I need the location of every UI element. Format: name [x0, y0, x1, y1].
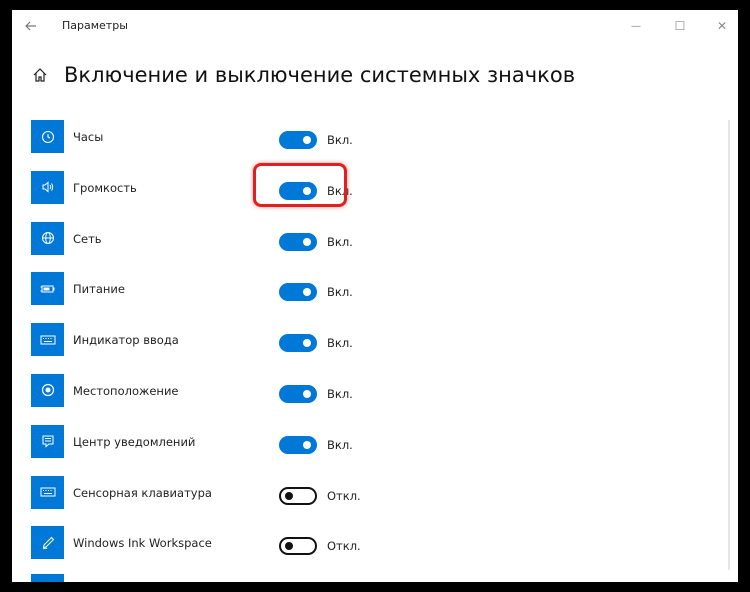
power-tile — [31, 272, 64, 306]
toggle-knob — [303, 237, 311, 246]
touch-keyboard-icon — [40, 487, 55, 497]
title-bar: Параметры — ☐ ✕ — [12, 10, 738, 42]
clock-tile — [31, 120, 64, 153]
power-toggle[interactable] — [279, 283, 317, 302]
toggle-state: Вкл. — [327, 133, 353, 147]
list-item: Сенсорная клавиатура Откл. — [31, 471, 651, 522]
item-label: Сенсорная клавиатура — [73, 485, 212, 500]
notification-center-toggle[interactable] — [279, 435, 317, 454]
toggle-state: Вкл. — [327, 437, 353, 452]
toggle-knob — [285, 542, 293, 551]
list-item: Часы Вкл. — [31, 115, 651, 166]
location-tile — [31, 373, 64, 407]
clock-toggle[interactable] — [279, 131, 317, 149]
page-title: Включение и выключение системных значков — [64, 63, 576, 87]
windows-ink-toggle[interactable] — [279, 537, 317, 556]
home-icon — [33, 68, 47, 82]
toggle-knob — [285, 491, 293, 500]
battery-icon — [40, 285, 54, 293]
notification-center-tile — [31, 424, 64, 458]
item-label: Центр уведомлений — [73, 434, 196, 449]
next-item-tile — [31, 574, 64, 582]
settings-window: Параметры — ☐ ✕ Включение и выключение с… — [12, 10, 738, 582]
item-label: Windows Ink Workspace — [73, 536, 212, 551]
item-label: Питание — [73, 282, 125, 297]
toggle-knob — [303, 440, 311, 449]
input-indicator-tile — [31, 323, 64, 357]
list-item: Windows Ink Workspace Откл. — [31, 521, 651, 572]
app-title: Параметры — [62, 19, 128, 32]
scrollbar[interactable] — [728, 120, 730, 570]
touch-keyboard-toggle[interactable] — [279, 486, 317, 505]
minimize-button[interactable]: — — [622, 14, 650, 38]
location-icon — [41, 384, 54, 397]
volume-icon — [42, 181, 53, 193]
network-toggle[interactable] — [279, 232, 317, 251]
minimize-icon: — — [631, 20, 641, 32]
keyboard-icon — [40, 335, 55, 345]
toggle-knob — [303, 136, 311, 144]
close-icon: ✕ — [716, 19, 728, 33]
toggle-state: Откл. — [327, 539, 361, 554]
volume-highlight-frame — [253, 163, 347, 207]
toggle-knob — [303, 288, 311, 297]
pen-icon — [42, 536, 54, 550]
toggle-state: Вкл. — [327, 336, 353, 351]
home-button[interactable] — [30, 65, 50, 85]
maximize-icon: ☐ — [674, 19, 686, 33]
list-item: Местоположение Вкл. — [31, 369, 651, 420]
globe-icon — [41, 232, 54, 245]
item-label: Индикатор ввода — [73, 333, 179, 348]
close-button[interactable]: ✕ — [708, 14, 736, 38]
toggle-knob — [303, 339, 311, 348]
list-item: Сеть Вкл. — [31, 217, 651, 268]
touch-keyboard-tile — [31, 475, 64, 509]
network-tile — [31, 221, 64, 255]
volume-tile — [31, 170, 64, 204]
item-label: Местоположение — [73, 383, 179, 398]
back-button[interactable] — [20, 16, 42, 36]
item-label: Громкость — [73, 180, 137, 195]
toggle-knob — [303, 389, 311, 398]
list-item: Питание Вкл. — [31, 267, 651, 318]
toggle-state: Вкл. — [327, 285, 353, 300]
list-item: Индикатор ввода Вкл. — [31, 318, 651, 369]
toggle-state: Вкл. — [327, 234, 353, 249]
maximize-button[interactable]: ☐ — [666, 14, 694, 38]
notification-icon — [42, 435, 53, 448]
toggle-state: Откл. — [327, 488, 361, 503]
item-label: Часы — [73, 130, 104, 144]
list-item: Центр уведомлений Вкл. — [31, 420, 651, 471]
page-header: Включение и выключение системных значков — [30, 60, 575, 90]
arrow-left-icon — [25, 21, 36, 31]
input-indicator-toggle[interactable] — [279, 334, 317, 353]
clock-icon — [41, 130, 54, 143]
windows-ink-tile — [31, 526, 64, 560]
toggle-state: Вкл. — [327, 386, 353, 401]
location-toggle[interactable] — [279, 384, 317, 403]
item-label: Сеть — [73, 231, 102, 246]
